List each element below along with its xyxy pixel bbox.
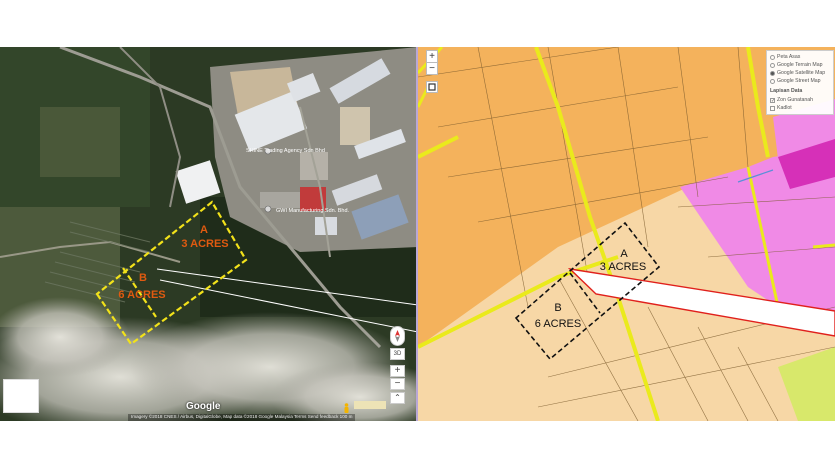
plot-b-letter-zoning: B — [554, 302, 561, 314]
satellite-map[interactable]: SHINE Trading Agency Sdn Bhd GWI Manufac… — [0, 47, 418, 421]
fullscreen-icon[interactable] — [426, 81, 438, 93]
poi-label-gwi: GWI Manufacturing Sdn. Bhd. — [276, 208, 350, 214]
zoom-out-button[interactable]: − — [390, 378, 405, 390]
zoom-in-button[interactable]: + — [390, 365, 405, 377]
plot-a-letter: A — [200, 224, 208, 236]
plot-b-size-zoning: 6 ACRES — [535, 318, 581, 330]
imagery-strip[interactable] — [354, 401, 386, 409]
base-layer-option[interactable]: Google Street Map — [770, 77, 830, 85]
pegman-icon[interactable] — [342, 400, 351, 413]
satellite-imagery: SHINE Trading Agency Sdn Bhd GWI Manufac… — [0, 47, 418, 421]
map-type-thumbnail[interactable] — [3, 379, 39, 413]
zoning-map[interactable]: A 3 ACRES B 6 ACRES + − Peta Asas Google… — [418, 47, 835, 421]
compass-icon[interactable] — [390, 326, 405, 346]
radio-selected-icon[interactable] — [770, 70, 775, 76]
plot-a-size: 3 ACRES — [181, 238, 228, 250]
collapse-button[interactable]: ⌃ — [390, 392, 405, 404]
plot-a-letter-zoning: A — [620, 248, 628, 260]
radio-icon[interactable] — [770, 54, 775, 60]
checkbox-icon[interactable] — [770, 105, 775, 111]
radio-icon[interactable] — [770, 62, 775, 68]
base-layer-option[interactable]: Google Terrain Map — [770, 61, 830, 69]
data-layer-option[interactable]: Kadlot — [770, 104, 830, 112]
poi-label-shine: SHINE Trading Agency Sdn Bhd — [246, 148, 325, 154]
plot-b-letter: B — [139, 272, 147, 284]
data-layer-option[interactable]: ✓ Zon Gunatanah — [770, 96, 830, 104]
plot-a-size-zoning: 3 ACRES — [600, 261, 646, 273]
data-layers-title: Lapisan Data — [770, 88, 803, 94]
checkbox-checked-icon[interactable]: ✓ — [770, 97, 775, 103]
radio-icon[interactable] — [770, 78, 775, 84]
zoning-zoom-out-button[interactable]: − — [426, 62, 438, 75]
base-layer-option[interactable]: Peta Asas — [770, 53, 830, 61]
plot-b-size: 6 ACRES — [118, 289, 165, 301]
poi-pin-icon[interactable] — [264, 205, 272, 213]
layer-legend: Peta Asas Google Terrain Map Google Sate… — [766, 50, 834, 115]
map-attribution: Imagery ©2018 CNES / Airbus, DigitalGlob… — [128, 414, 356, 421]
tilt-3d-button[interactable]: 3D — [390, 348, 405, 360]
base-layer-option[interactable]: Google Satellite Map — [770, 69, 830, 77]
google-logo: Google — [186, 401, 221, 412]
